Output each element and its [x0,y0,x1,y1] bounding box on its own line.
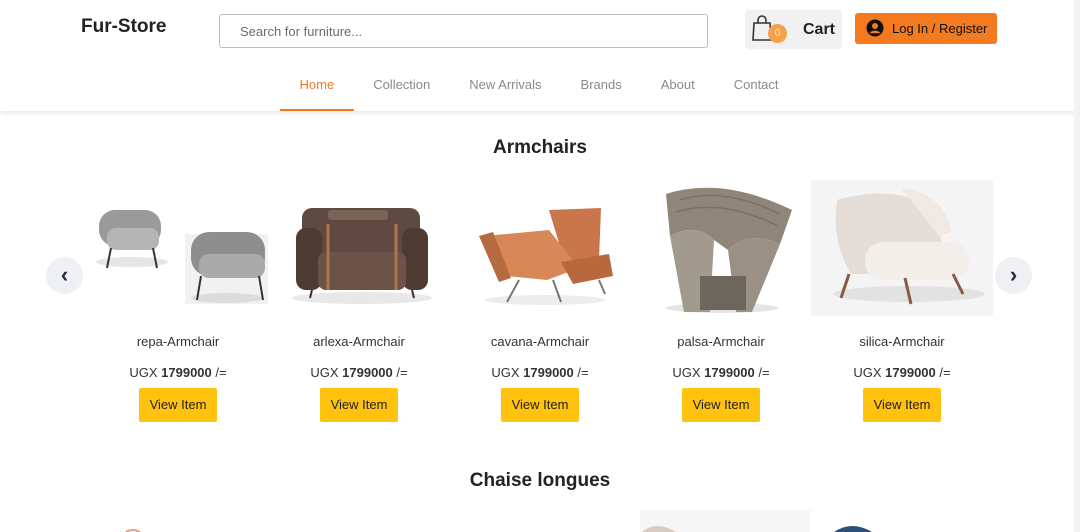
product-image-peek [834,526,872,532]
view-item-button[interactable]: View Item [320,388,398,422]
search-input[interactable] [219,14,708,48]
product-card: palsa-Armchair UGX 1799000 /= View Item [630,180,812,430]
product-card: repa-Armchair UGX 1799000 /= View Item [87,180,269,430]
user-circle-icon [866,19,884,37]
product-price: UGX 1799000 /= [853,365,951,380]
view-item-button[interactable]: View Item [863,388,941,422]
cart-button[interactable]: 0 Cart [745,10,842,49]
product-image-silica [811,180,993,316]
nav-item-contact[interactable]: Contact [714,62,798,111]
section-title-chaise-longues: Chaise longues [469,470,611,491]
product-card: silica-Armchair UGX 1799000 /= View Item [811,180,993,430]
view-item-button[interactable]: View Item [139,388,217,422]
page-scrollbar[interactable] [1074,0,1080,532]
product-card: arlexa-Armchair UGX 1799000 /= View Item [268,180,450,430]
product-card: cavana-Armchair UGX 1799000 /= View Item [449,180,631,430]
nav-item-collection[interactable]: Collection [354,62,450,111]
product-name: silica-Armchair [859,334,945,349]
cart-label: Cart [803,21,836,38]
product-image-arlexa [268,180,450,316]
nav-item-brands[interactable]: Brands [561,62,641,111]
main-nav: Home Collection New Arrivals Brands Abou… [280,62,798,111]
product-image-peek [640,510,810,532]
product-image-repa [87,180,269,316]
product-name: arlexa-Armchair [313,334,405,349]
nav-item-about[interactable]: About [641,62,714,111]
product-image-palsa [630,180,812,316]
view-item-button[interactable]: View Item [682,388,760,422]
product-price: UGX 1799000 /= [672,365,770,380]
product-name: cavana-Armchair [490,334,590,349]
site-header: Fur-Store 0 Cart Log In / Register Home … [0,0,1080,111]
product-name: palsa-Armchair [677,334,765,349]
chevron-right-icon[interactable]: › [995,257,1032,294]
cart-count-badge: 0 [768,24,787,43]
nav-item-new-arrivals[interactable]: New Arrivals [450,62,561,111]
product-price: UGX 1799000 /= [310,365,408,380]
product-price: UGX 1799000 /= [129,365,227,380]
product-image-peek [125,529,141,532]
section-title-armchairs: Armchairs [493,137,587,158]
product-price: UGX 1799000 /= [491,365,589,380]
view-item-button[interactable]: View Item [501,388,579,422]
chevron-left-icon[interactable]: ‹ [46,257,83,294]
login-register-button[interactable]: Log In / Register [855,13,997,44]
product-image-cavana [449,180,631,316]
site-logo[interactable]: Fur-Store [81,16,167,38]
login-label: Log In / Register [892,21,988,36]
product-name: repa-Armchair [136,334,220,349]
nav-item-home[interactable]: Home [280,62,354,111]
